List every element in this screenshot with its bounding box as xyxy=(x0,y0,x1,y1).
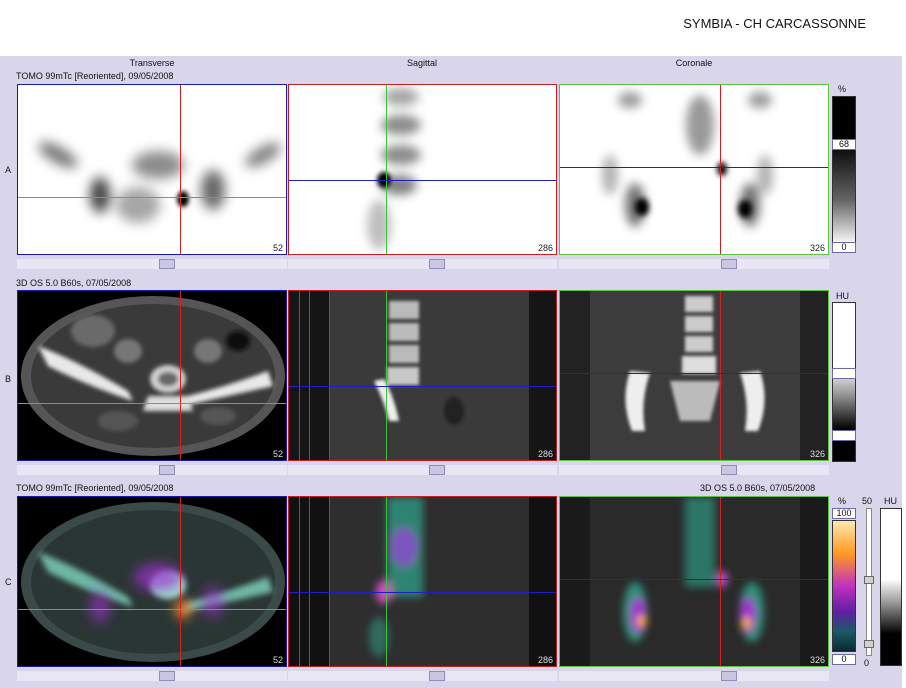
column-label-transverse: Transverse xyxy=(129,58,175,68)
fused-transverse-image xyxy=(21,502,285,662)
slice-number: 326 xyxy=(809,449,825,459)
slice-number: 286 xyxy=(537,655,553,665)
crosshair-vertical[interactable] xyxy=(720,85,721,254)
crosshair-horizontal[interactable] xyxy=(289,592,556,593)
viewport-ct-coronal[interactable]: 326 xyxy=(559,290,829,461)
slice-number: 326 xyxy=(809,243,825,253)
crosshair-vertical[interactable] xyxy=(386,291,387,460)
colorbar-min-a[interactable]: 0 xyxy=(832,242,856,253)
blend-slider-thumb-lower[interactable] xyxy=(864,640,874,648)
crosshair-vertical[interactable] xyxy=(720,291,721,460)
slice-scroll-strip[interactable] xyxy=(288,259,557,269)
colorbar-ct-c[interactable] xyxy=(880,508,902,666)
crosshair-horizontal[interactable] xyxy=(289,180,556,181)
crosshair-horizontal[interactable] xyxy=(560,167,828,168)
row-letter-a: A xyxy=(5,165,12,175)
colorbar-min-c[interactable]: 0 xyxy=(832,654,856,665)
slice-scroll-strip[interactable] xyxy=(559,465,829,475)
colorbar-unit-c-ct: HU xyxy=(884,496,897,506)
viewport-fused-transverse[interactable]: 52 xyxy=(17,496,287,667)
slice-handle[interactable] xyxy=(159,259,175,269)
crosshair-horizontal[interactable] xyxy=(18,609,286,610)
series-label-row-c-ct: 3D OS 5.0 B60s, 07/05/2008 xyxy=(700,483,816,493)
series-label-row-a: TOMO 99mTc [Reoriented], 09/05/2008 xyxy=(16,71,174,81)
slice-number: 52 xyxy=(272,655,283,665)
slice-handle[interactable] xyxy=(429,671,445,681)
crosshair-horizontal[interactable] xyxy=(560,579,828,580)
viewport-spect-coronal[interactable]: 326 xyxy=(559,84,829,255)
crosshair-vertical[interactable] xyxy=(180,85,181,254)
reference-line xyxy=(309,291,310,460)
viewport-ct-sagittal[interactable]: 286 xyxy=(288,290,557,461)
slice-number: 52 xyxy=(272,449,283,459)
blend-slider-thumb[interactable] xyxy=(864,576,874,584)
reference-line xyxy=(329,291,330,460)
slice-handle[interactable] xyxy=(159,671,175,681)
slice-scroll-strip[interactable] xyxy=(288,465,557,475)
blend-slider-min: 0 xyxy=(864,658,870,668)
spect-sagittal-image xyxy=(367,88,421,250)
crosshair-horizontal[interactable] xyxy=(560,373,828,374)
colorbar-pet-c[interactable] xyxy=(832,520,856,652)
colorbar-unit-b: HU xyxy=(836,291,849,301)
crosshair-vertical[interactable] xyxy=(386,497,387,666)
ct-transverse-image xyxy=(21,296,285,456)
colorbar-max-c[interactable]: 100 xyxy=(832,508,856,519)
slice-handle[interactable] xyxy=(721,259,737,269)
window-upper-handle[interactable] xyxy=(832,368,856,379)
series-label-row-b: 3D OS 5.0 B60s, 07/05/2008 xyxy=(16,278,132,288)
slice-handle[interactable] xyxy=(429,259,445,269)
crosshair-horizontal[interactable] xyxy=(18,403,286,404)
slice-scroll-strip[interactable] xyxy=(17,671,287,681)
slice-scroll-strip[interactable] xyxy=(17,465,287,475)
row-letter-b: B xyxy=(5,374,12,384)
fused-coronal-image xyxy=(590,497,800,666)
spect-coronal-image xyxy=(602,92,773,227)
spect-transverse-image xyxy=(38,142,281,223)
slice-scroll-strip[interactable] xyxy=(17,259,287,269)
reference-line xyxy=(309,497,310,666)
reference-line xyxy=(299,497,300,666)
colorbar-grayscale-a[interactable] xyxy=(832,96,856,246)
slice-number: 52 xyxy=(272,243,283,253)
slice-handle[interactable] xyxy=(429,465,445,475)
slice-number: 286 xyxy=(537,449,553,459)
viewport-spect-transverse[interactable]: 52 xyxy=(17,84,287,255)
slice-handle[interactable] xyxy=(159,465,175,475)
row-letter-c: C xyxy=(5,577,12,587)
slice-handle[interactable] xyxy=(721,465,737,475)
slice-scroll-strip[interactable] xyxy=(559,259,829,269)
institution-title: SYMBIA - CH CARCASSONNE xyxy=(683,16,866,31)
crosshair-vertical[interactable] xyxy=(180,291,181,460)
viewport-fused-coronal[interactable]: 326 xyxy=(559,496,829,667)
colorbar-max-a[interactable]: 68 xyxy=(832,139,856,150)
slice-number: 286 xyxy=(537,243,553,253)
crosshair-vertical[interactable] xyxy=(386,85,387,254)
colorbar-unit-a: % xyxy=(838,84,847,94)
ct-coronal-image xyxy=(590,291,800,460)
viewport-ct-transverse[interactable]: 52 xyxy=(17,290,287,461)
crosshair-horizontal[interactable] xyxy=(289,386,556,387)
reference-line xyxy=(329,497,330,666)
viewport-spect-sagittal[interactable]: 286 xyxy=(288,84,557,255)
crosshair-horizontal[interactable] xyxy=(18,197,286,198)
colorbar-unit-c: % xyxy=(838,496,847,506)
crosshair-vertical[interactable] xyxy=(180,497,181,666)
slice-handle[interactable] xyxy=(721,671,737,681)
slice-number: 326 xyxy=(809,655,825,665)
window-lower-handle[interactable] xyxy=(832,430,856,441)
column-label-coronal: Coronale xyxy=(675,58,713,68)
blend-slider-value: 50 xyxy=(862,496,873,506)
slice-scroll-strip[interactable] xyxy=(559,671,829,681)
viewport-fused-sagittal[interactable]: 286 xyxy=(288,496,557,667)
reference-line xyxy=(299,291,300,460)
app-header: SYMBIA - CH CARCASSONNE xyxy=(0,0,906,56)
crosshair-vertical[interactable] xyxy=(720,497,721,666)
series-label-row-c-spect: TOMO 99mTc [Reoriented], 09/05/2008 xyxy=(16,483,174,493)
slice-scroll-strip[interactable] xyxy=(288,671,557,681)
column-label-sagittal: Sagittal xyxy=(406,58,438,68)
window-edge xyxy=(902,56,906,688)
